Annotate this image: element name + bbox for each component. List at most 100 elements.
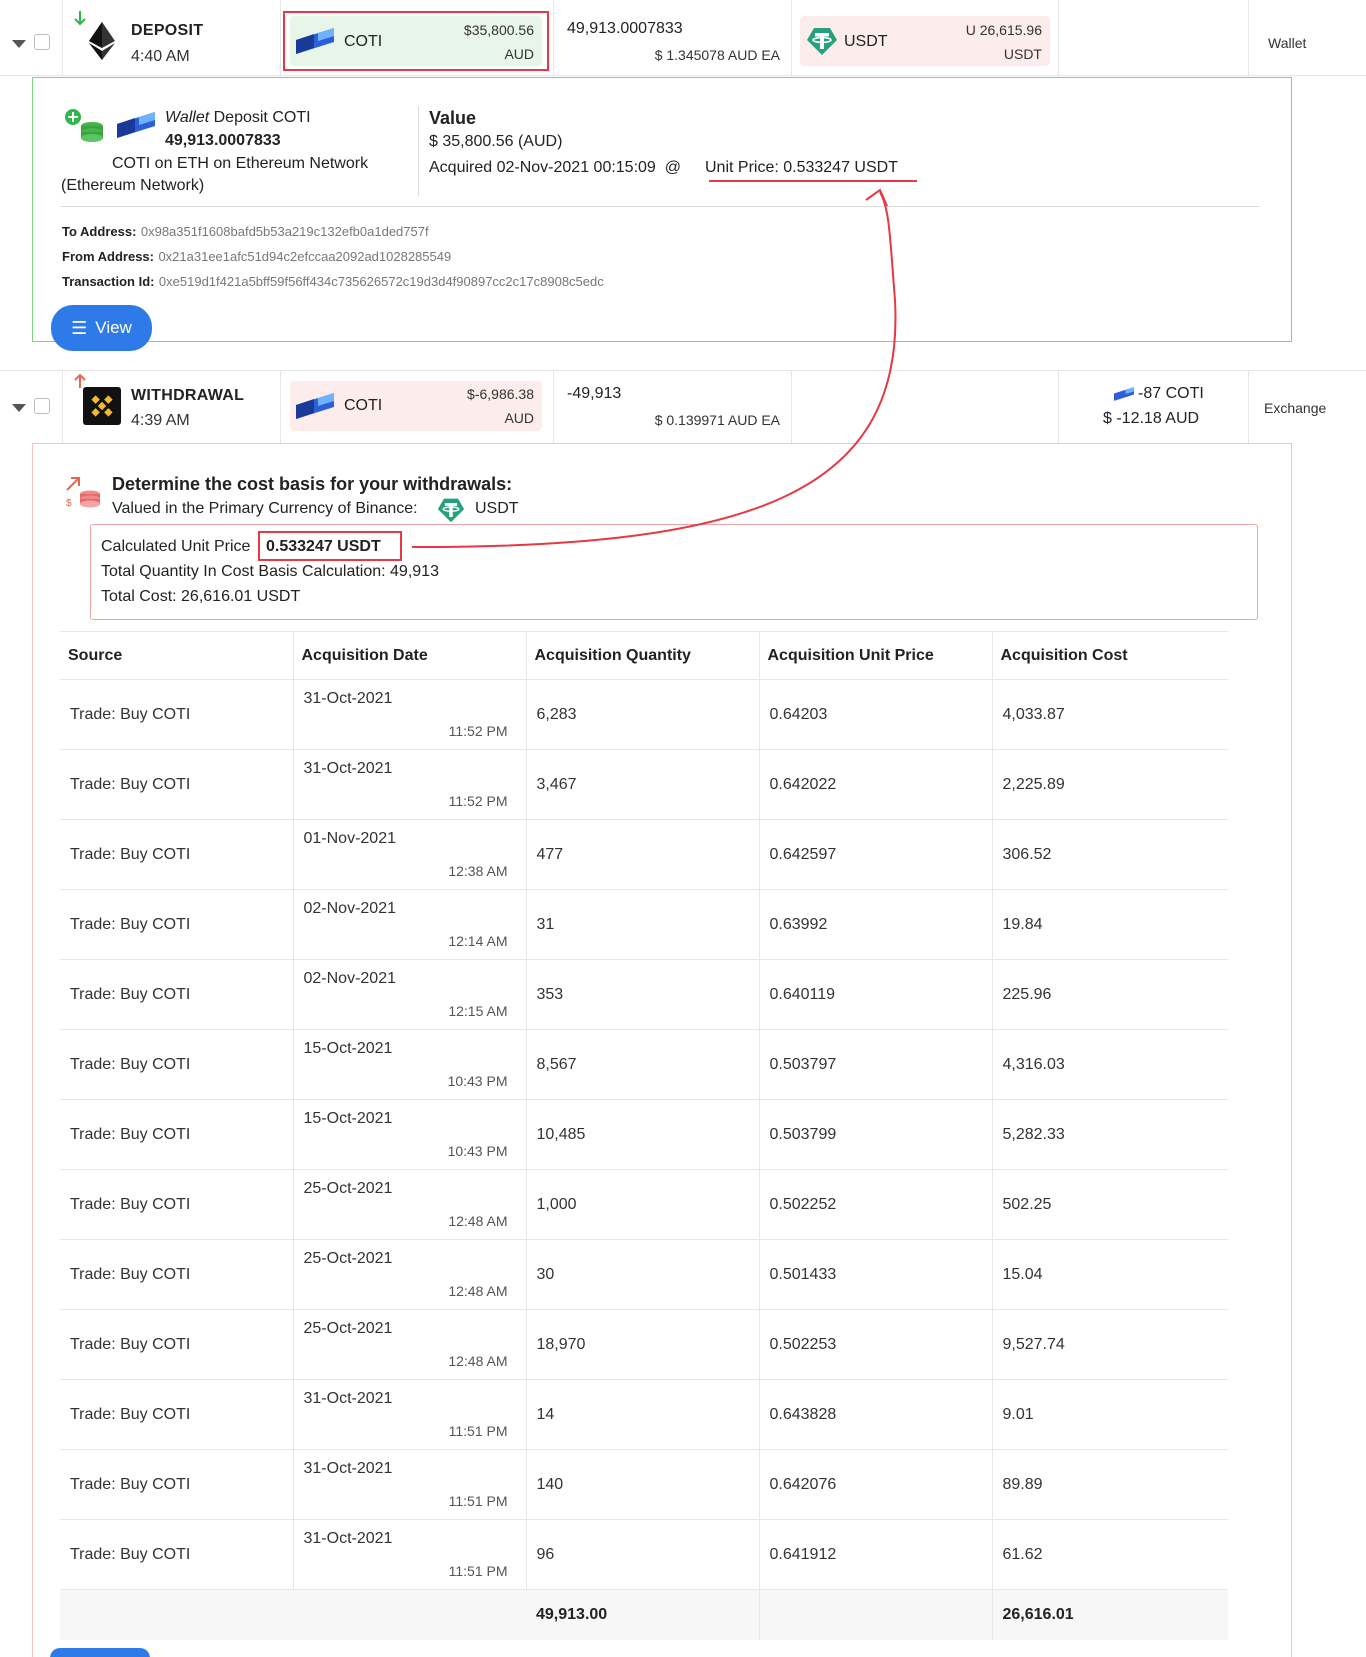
quantity: -49,913 xyxy=(567,385,622,402)
row-select-checkbox[interactable] xyxy=(34,34,50,50)
fee-asset-pill[interactable]: USDT U 26,615.96 USDT xyxy=(800,16,1050,66)
expand-caret-icon[interactable] xyxy=(12,40,26,48)
from-address-value[interactable]: 0x21a31ee1afc51d94c2efccaa2092ad10282855… xyxy=(158,249,451,264)
column-header-unit-price[interactable]: Acquisition Unit Price xyxy=(759,631,993,680)
deposit-quantity: 49,913.0007833 xyxy=(165,132,281,149)
table-header-row: Source Acquisition Date Acquisition Quan… xyxy=(60,631,1228,680)
ethereum-icon xyxy=(89,22,115,60)
cell-empty xyxy=(60,1589,293,1640)
cell-time-value: 12:48 AM xyxy=(448,1213,508,1229)
table-row: Trade: Buy COTI 25-Oct-2021 12:48 AM 30 0.50… xyxy=(60,1239,1228,1310)
tether-icon xyxy=(807,28,837,55)
cell-quantity: 8,567 xyxy=(526,1029,760,1100)
cell-time-value: 12:14 AM xyxy=(448,933,508,949)
cell-quantity: 96 xyxy=(526,1519,760,1590)
row-select-checkbox[interactable] xyxy=(34,398,50,414)
view-button-label: View xyxy=(95,318,132,337)
transaction-time: 4:40 AM xyxy=(131,48,190,65)
binance-icon xyxy=(83,387,121,425)
calc-price-label: Calculated Unit Price xyxy=(101,538,251,555)
cell-date-value: 31-Oct-2021 xyxy=(303,1460,393,1477)
cell-unit-price: 0.63992 xyxy=(759,889,993,960)
cell-source: Trade: Buy COTI xyxy=(60,889,294,960)
cell-time-value: 11:51 PM xyxy=(448,1563,508,1579)
table-row: Trade: Buy COTI 25-Oct-2021 12:48 AM 1,000 0… xyxy=(60,1169,1228,1240)
column-header-source[interactable]: Source xyxy=(60,631,294,680)
withdrawal-cost-icon: $ xyxy=(66,477,100,509)
table-row: Trade: Buy COTI 25-Oct-2021 12:48 AM 18,970… xyxy=(60,1309,1228,1380)
column-header-cost[interactable]: Acquisition Cost xyxy=(992,631,1228,680)
sent-asset-pill[interactable]: COTI $-6,986.38 AUD xyxy=(290,381,542,431)
cell-date-value: 02-Nov-2021 xyxy=(303,970,397,987)
fee-asset-currency: USDT xyxy=(1003,46,1042,62)
table-row: Trade: Buy COTI 31-Oct-2021 11:51 PM 14 0.64… xyxy=(60,1379,1228,1450)
cell-unit-price: 0.503797 xyxy=(759,1029,993,1100)
table-row: Trade: Buy COTI 15-Oct-2021 10:43 PM 10,485… xyxy=(60,1099,1228,1170)
cell-time-value: 10:43 PM xyxy=(447,1073,508,1089)
fee-asset-amount: U 26,615.96 xyxy=(965,22,1042,38)
wallet-deposit-icon xyxy=(65,109,103,142)
column-header-date[interactable]: Acquisition Date xyxy=(293,631,527,680)
cell-date-value: 25-Oct-2021 xyxy=(303,1320,393,1337)
column-header-quantity[interactable]: Acquisition Quantity xyxy=(526,631,760,680)
cell-time-value: 11:51 PM xyxy=(448,1423,508,1439)
cell-unit-price: 0.641912 xyxy=(759,1519,993,1590)
cell-date-value: 25-Oct-2021 xyxy=(303,1250,393,1267)
cell-time-value: 10:43 PM xyxy=(447,1143,508,1159)
value-heading: Value xyxy=(429,108,477,128)
transaction-id-line: Transaction Id: 0xe519d1f421a5bff59f56ff… xyxy=(62,273,604,291)
cell-source: Trade: Buy COTI xyxy=(60,679,294,750)
deposit-label: Wallet Deposit COTI xyxy=(165,109,311,127)
to-address-value[interactable]: 0x98a351f1608bafd5b53a219c132efb0a1ded75… xyxy=(141,224,429,239)
cell-date-value: 15-Oct-2021 xyxy=(303,1040,393,1057)
cell-unit-price: 0.501433 xyxy=(759,1239,993,1310)
view-button[interactable] xyxy=(50,1648,150,1657)
value-amount: $ 35,800.56 (AUD) xyxy=(429,133,563,150)
cell-source: Trade: Buy COTI xyxy=(60,1239,294,1310)
cell-unit-price: 0.642597 xyxy=(759,819,993,890)
table-row: Trade: Buy COTI 31-Oct-2021 11:52 PM 3,467 0… xyxy=(60,749,1228,820)
cell-source: Trade: Buy COTI xyxy=(60,819,294,890)
cell-time-value: 12:38 AM xyxy=(448,863,508,879)
expand-caret-icon[interactable] xyxy=(12,404,26,412)
total-cost-cell: 26,616.01 xyxy=(992,1589,1228,1640)
cell-quantity: 31 xyxy=(526,889,760,960)
asset-name: COTI xyxy=(344,33,383,50)
sent-asset-pill[interactable]: COTI $35,800.56 AUD xyxy=(290,16,542,66)
cell-quantity: 140 xyxy=(526,1449,760,1520)
cell-date-value: 01-Nov-2021 xyxy=(303,830,397,847)
transaction-type: WITHDRAWAL xyxy=(131,387,245,404)
cell-cost: 89.89 xyxy=(992,1449,1228,1520)
quantity: 49,913.0007833 xyxy=(567,20,683,37)
transaction-id-value[interactable]: 0xe519d1f421a5bff59f56ff434c735626572c19… xyxy=(159,274,604,289)
table-row: Trade: Buy COTI 15-Oct-2021 10:43 PM 8,567 0… xyxy=(60,1029,1228,1100)
table-total-row: 49,913.00 26,616.01 xyxy=(60,1589,1228,1640)
asset-amount: $-6,986.38 xyxy=(467,386,534,402)
cell-date-value: 02-Nov-2021 xyxy=(303,900,397,917)
view-button[interactable]: ☰ View xyxy=(51,305,152,351)
cell-date-value: 31-Oct-2021 xyxy=(303,1530,393,1547)
asset-currency: AUD xyxy=(504,410,534,426)
svg-text:$: $ xyxy=(66,498,72,509)
transaction-id-label: Transaction Id: xyxy=(62,274,155,289)
cell-date: 31-Oct-2021 11:51 PM xyxy=(293,1519,527,1590)
valued-in-text: Valued in the Primary Currency of Binanc… xyxy=(112,500,418,517)
cell-cost: 5,282.33 xyxy=(992,1099,1228,1170)
cell-source: Trade: Buy COTI xyxy=(60,1449,294,1520)
asset-currency: AUD xyxy=(504,46,534,62)
cell-cost: 15.04 xyxy=(992,1239,1228,1310)
cell-time-value: 11:52 PM xyxy=(448,793,508,809)
deposit-network: COTI on ETH on Ethereum Network xyxy=(112,155,369,172)
unit-price-text: Unit Price: 0.533247 USDT xyxy=(705,159,898,176)
primary-currency: USDT xyxy=(475,500,519,517)
unit-price-underline xyxy=(709,180,917,182)
cell-unit-price: 0.642022 xyxy=(759,749,993,820)
total-quantity: Total Quantity In Cost Basis Calculation… xyxy=(101,563,439,580)
cell-date: 02-Nov-2021 12:14 AM xyxy=(293,889,527,960)
cell-time-value: 11:51 PM xyxy=(448,1493,508,1509)
fee-asset-name: USDT xyxy=(844,33,888,50)
cell-date-value: 31-Oct-2021 xyxy=(303,1390,393,1407)
cell-source: Trade: Buy COTI xyxy=(60,1169,294,1240)
cell-quantity: 10,485 xyxy=(526,1099,760,1170)
coti-icon xyxy=(296,28,334,54)
